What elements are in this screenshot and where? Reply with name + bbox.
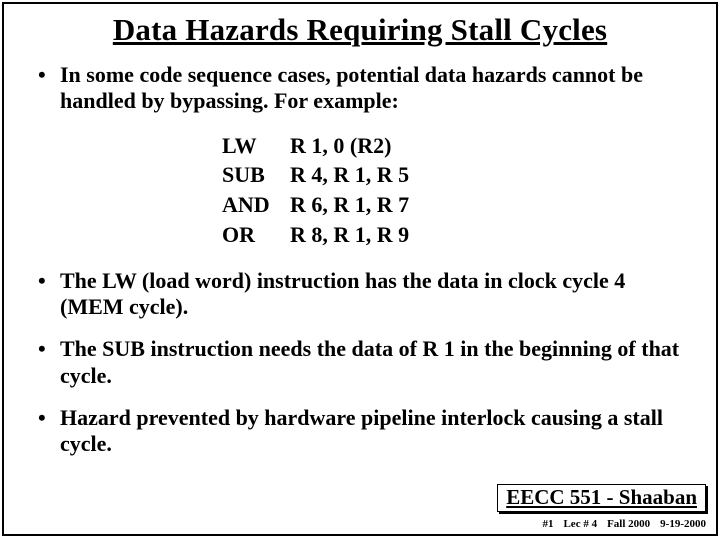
bullet-list: In some code sequence cases, potential d…	[32, 62, 688, 115]
code-operands: R 8, R 1, R 9	[290, 220, 409, 250]
code-operands: R 4, R 1, R 5	[290, 160, 409, 190]
code-block: LW R 1, 0 (R2) SUB R 4, R 1, R 5 AND R 6…	[32, 131, 688, 250]
bullet-intro: In some code sequence cases, potential d…	[32, 62, 688, 115]
footer-term: Fall 2000	[607, 518, 650, 530]
bullet-sub: The SUB instruction needs the data of R …	[32, 336, 688, 389]
footer-page: #1	[542, 518, 553, 530]
code-row: AND R 6, R 1, R 7	[222, 190, 688, 220]
footer-lecture: Lec # 4	[563, 518, 597, 530]
code-mnemonic: SUB	[222, 160, 290, 190]
bullet-list-lower: The LW (load word) instruction has the d…	[32, 268, 688, 458]
code-operands: R 1, 0 (R2)	[290, 131, 391, 161]
code-mnemonic: OR	[222, 220, 290, 250]
code-row: OR R 8, R 1, R 9	[222, 220, 688, 250]
code-row: LW R 1, 0 (R2)	[222, 131, 688, 161]
footer-date: 9-19-2000	[660, 518, 706, 530]
bullet-lw: The LW (load word) instruction has the d…	[32, 268, 688, 321]
code-operands: R 6, R 1, R 7	[290, 190, 409, 220]
code-row: SUB R 4, R 1, R 5	[222, 160, 688, 190]
code-mnemonic: LW	[222, 131, 290, 161]
bullet-hazard: Hazard prevented by hardware pipeline in…	[32, 405, 688, 458]
slide-frame: Data Hazards Requiring Stall Cycles In s…	[2, 2, 718, 536]
code-mnemonic: AND	[222, 190, 290, 220]
course-footer-box: EECC 551 - Shaaban	[497, 484, 706, 512]
slide-title: Data Hazards Requiring Stall Cycles	[32, 12, 688, 48]
footer-meta: #1 Lec # 4 Fall 2000 9-19-2000	[542, 518, 706, 530]
